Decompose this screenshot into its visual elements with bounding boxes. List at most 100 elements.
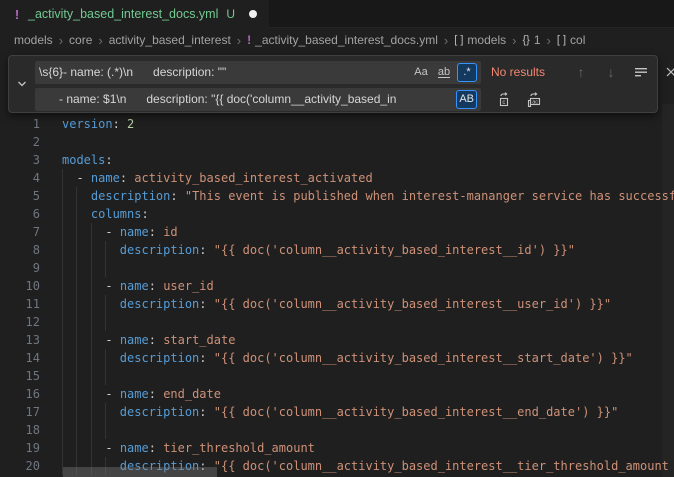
line-number[interactable]: 16 <box>0 385 40 403</box>
close-find-widget-button[interactable] <box>659 61 674 83</box>
replace-value-text: - name: $1\n description: "{{ doc('colum… <box>39 92 456 106</box>
line-number[interactable]: 11 <box>0 295 40 313</box>
breadcrumb-separator-icon: › <box>547 33 551 48</box>
replace-icon: c <box>497 92 513 107</box>
whole-word-button[interactable]: ab <box>434 63 454 82</box>
find-in-selection-button[interactable] <box>629 61 653 83</box>
find-input[interactable]: \s{6}- name: (.*)\n description: "" Aa a… <box>35 61 481 84</box>
chevron-down-icon <box>16 78 28 90</box>
find-in-selection-icon <box>634 66 648 78</box>
line-number[interactable]: 6 <box>0 205 40 223</box>
replace-all-button[interactable]: ac <box>523 88 547 110</box>
tab-active-file[interactable]: ! _activity_based_interest_docs.yml U <box>0 0 269 28</box>
line-number[interactable]: 5 <box>0 187 40 205</box>
code-line[interactable]: 16 - name: end_date <box>0 385 674 403</box>
replace-button[interactable]: c <box>493 88 517 110</box>
code-editor[interactable]: 1 version: 2 23 models:4 - name: activity_b… <box>0 52 674 477</box>
breadcrumb-item[interactable]: {}1 <box>522 33 540 47</box>
line-number[interactable]: 4 <box>0 169 40 187</box>
breadcrumb-separator-icon: › <box>59 33 63 48</box>
line-number[interactable]: 9 <box>0 259 40 277</box>
tab-bar: ! _activity_based_interest_docs.yml U <box>0 0 674 28</box>
horizontal-scrollbar-thumb[interactable] <box>63 467 217 477</box>
preserve-case-button[interactable]: AB <box>456 90 477 109</box>
indent-guide <box>105 421 106 439</box>
breadcrumb-item[interactable]: ! _activity_based_interest_docs.yml <box>247 33 438 47</box>
code-line[interactable]: 1 version: 2 <box>0 115 674 133</box>
breadcrumb-item[interactable]: core <box>69 33 92 47</box>
code-line[interactable]: 2 <box>0 133 674 151</box>
code-line[interactable]: 14 description: "{{ doc('column__activit… <box>0 349 674 367</box>
line-number[interactable]: 10 <box>0 277 40 295</box>
replace-input[interactable]: - name: $1\n description: "{{ doc('colum… <box>35 88 481 111</box>
toggle-replace-button[interactable] <box>11 56 33 112</box>
line-number[interactable]: 14 <box>0 349 40 367</box>
code-line[interactable]: 9 <box>0 259 674 277</box>
next-match-button[interactable]: ↓ <box>599 61 623 83</box>
code-line[interactable]: 3 models: <box>0 151 674 169</box>
code-line[interactable]: 5 description: "This event is published … <box>0 187 674 205</box>
breadcrumb-label: activity_based_interest <box>109 33 231 47</box>
code-line[interactable]: 4 - name: activity_based_interest_activa… <box>0 169 674 187</box>
breadcrumb-separator-icon: › <box>444 33 448 48</box>
find-replace-widget: \s{6}- name: (.*)\n description: "" Aa a… <box>8 55 658 113</box>
line-number[interactable]: 18 <box>0 421 40 439</box>
breadcrumb-item[interactable]: models <box>14 33 53 47</box>
line-number[interactable]: 7 <box>0 223 40 241</box>
code-line-text: - name: tier_threshold_amount <box>62 439 315 457</box>
code-line[interactable]: 15 <box>0 367 674 385</box>
code-line-text: description: "{{ doc('column__activity_b… <box>62 349 633 367</box>
code-line-text: models: <box>62 151 113 169</box>
code-line[interactable]: 11 description: "{{ doc('column__activit… <box>0 295 674 313</box>
match-case-button[interactable]: Aa <box>411 63 431 82</box>
breadcrumb-item[interactable]: [ ]models <box>454 33 506 47</box>
symbol-array-icon: [ ] <box>557 34 566 46</box>
indent-guide <box>91 421 92 439</box>
indent-guide <box>105 259 106 277</box>
unsaved-changes-dot-icon[interactable] <box>249 10 257 18</box>
close-icon <box>665 66 674 78</box>
use-regex-button[interactable]: .* <box>457 63 477 82</box>
tab-filename: _activity_based_interest_docs.yml <box>28 7 218 21</box>
line-number[interactable]: 17 <box>0 403 40 421</box>
symbol-object-icon: {} <box>522 34 529 46</box>
indent-guide <box>91 259 92 277</box>
line-number[interactable]: 1 <box>0 115 40 133</box>
code-line[interactable]: 19 - name: tier_threshold_amount <box>0 439 674 457</box>
indent-guide <box>76 313 77 331</box>
line-number[interactable]: 2 <box>0 133 40 151</box>
breadcrumb-label: _activity_based_interest_docs.yml <box>255 33 438 47</box>
code-line[interactable]: 6 columns: <box>0 205 674 223</box>
svg-text:ac: ac <box>532 99 538 105</box>
code-line[interactable]: 12 <box>0 313 674 331</box>
code-line-text: description: "{{ doc('column__activity_b… <box>62 403 618 421</box>
breadcrumb-label: models <box>467 33 506 47</box>
indent-guide <box>62 421 63 439</box>
line-number[interactable]: 15 <box>0 367 40 385</box>
code-line[interactable]: 13 - name: start_date <box>0 331 674 349</box>
svg-text:c: c <box>502 100 505 106</box>
code-line-text: version: 2 <box>62 115 134 133</box>
line-number[interactable]: 13 <box>0 331 40 349</box>
code-line[interactable]: 7 - name: id <box>0 223 674 241</box>
yaml-file-icon: ! <box>247 33 251 47</box>
code-line-text: columns: <box>62 205 149 223</box>
code-line[interactable]: 10 - name: user_id <box>0 277 674 295</box>
line-number[interactable]: 20 <box>0 457 40 475</box>
indent-guide <box>62 367 63 385</box>
code-line[interactable]: 17 description: "{{ doc('column__activit… <box>0 403 674 421</box>
breadcrumb-separator-icon: › <box>98 33 102 48</box>
line-number[interactable]: 12 <box>0 313 40 331</box>
code-line[interactable]: 8 description: "{{ doc('column__activity… <box>0 241 674 259</box>
line-number[interactable]: 19 <box>0 439 40 457</box>
breadcrumb-item[interactable]: [ ]col <box>557 33 586 47</box>
previous-match-button[interactable]: ↑ <box>569 61 593 83</box>
indent-guide <box>105 313 106 331</box>
line-number[interactable]: 3 <box>0 151 40 169</box>
breadcrumb-item[interactable]: activity_based_interest <box>109 33 231 47</box>
code-line[interactable]: 18 <box>0 421 674 439</box>
code-line-text: description: "{{ doc('column__activity_b… <box>62 241 575 259</box>
code-line-text: - name: id <box>62 223 178 241</box>
line-number[interactable]: 8 <box>0 241 40 259</box>
vertical-scrollbar[interactable] <box>662 104 674 477</box>
